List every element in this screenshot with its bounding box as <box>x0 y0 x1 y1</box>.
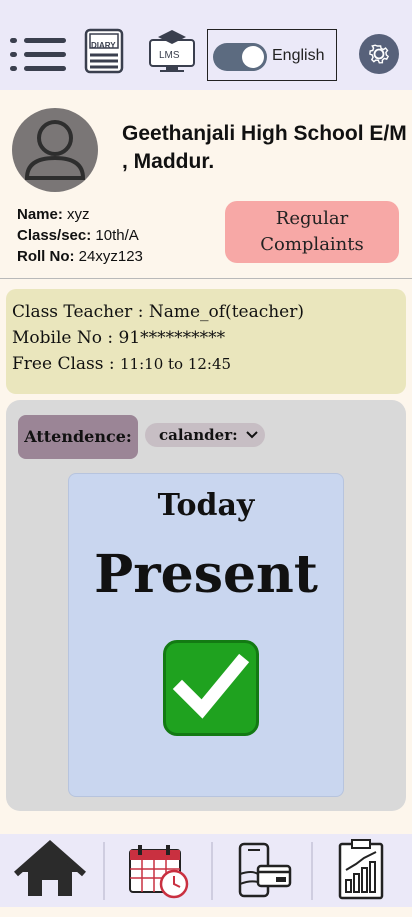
calendar-dropdown[interactable]: calander: <box>145 423 265 447</box>
bottom-nav <box>0 834 412 907</box>
school-name: Geethanjali High School E/M , Maddur. <box>122 122 407 173</box>
report-chart-icon <box>338 839 384 900</box>
nav-home[interactable] <box>12 834 88 907</box>
attendance-panel: Attendence: calander: Today Present <box>6 400 406 811</box>
name-value: xyz <box>67 206 90 223</box>
avatar[interactable] <box>12 108 98 192</box>
class-label: Class/sec: <box>17 227 92 244</box>
regular-complaints-button[interactable]: Regular Complaints <box>225 201 399 263</box>
student-info: Name: xyz Class/sec: 10th/A Roll No: 24x… <box>17 204 143 267</box>
language-toggle[interactable]: English <box>207 29 337 81</box>
top-bar: DIARY LMS English <box>0 0 412 90</box>
settings-button[interactable] <box>359 34 399 74</box>
divider <box>0 278 412 279</box>
lms-button[interactable]: LMS <box>146 28 198 74</box>
language-label: English <box>272 47 325 64</box>
free-class-line: Free Class : 11:10 to 12:45 <box>12 351 406 377</box>
attendance-label: Attendence: <box>18 415 138 459</box>
class-teacher-line: Class Teacher : Name_of(teacher) <box>12 302 305 322</box>
mobile-line: Mobile No : 91********** <box>12 328 226 348</box>
class-value: 10th/A <box>95 227 139 244</box>
nav-separator <box>211 842 213 900</box>
nav-report[interactable] <box>334 834 390 907</box>
home-icon <box>14 839 86 896</box>
teacher-card: Class Teacher : Name_of(teacher) Mobile … <box>6 289 406 394</box>
gear-icon <box>369 44 390 64</box>
free-class-time: 11:10 to 12:45 <box>120 355 232 373</box>
lms-label: LMS <box>159 50 180 61</box>
today-label: Today <box>157 488 255 523</box>
nav-separator <box>103 842 105 900</box>
calendar-clock-icon <box>129 845 189 899</box>
roll-value: 24xyz123 <box>78 248 143 265</box>
nav-separator <box>311 842 313 900</box>
diary-label: DIARY <box>91 41 116 50</box>
attendance-status: Present <box>94 544 318 605</box>
chevron-down-icon <box>246 431 258 439</box>
diary-icon <box>84 28 124 74</box>
check-mark-icon <box>163 640 259 736</box>
diary-button[interactable]: DIARY <box>84 28 124 74</box>
language-switch[interactable] <box>213 43 267 71</box>
roll-label: Roll No: <box>17 248 75 265</box>
name-label: Name: <box>17 206 63 223</box>
calendar-dropdown-label: calander: <box>159 426 238 444</box>
today-attendance-card: Today Present <box>68 473 344 797</box>
nav-payment[interactable] <box>232 834 296 907</box>
check-mark-glyph <box>172 653 250 719</box>
mobile-payment-icon <box>238 842 292 898</box>
user-avatar-icon <box>24 120 86 180</box>
hamburger-menu-icon[interactable] <box>10 36 68 74</box>
nav-calendar[interactable] <box>124 834 192 907</box>
free-class-label: Free Class : <box>12 354 121 374</box>
